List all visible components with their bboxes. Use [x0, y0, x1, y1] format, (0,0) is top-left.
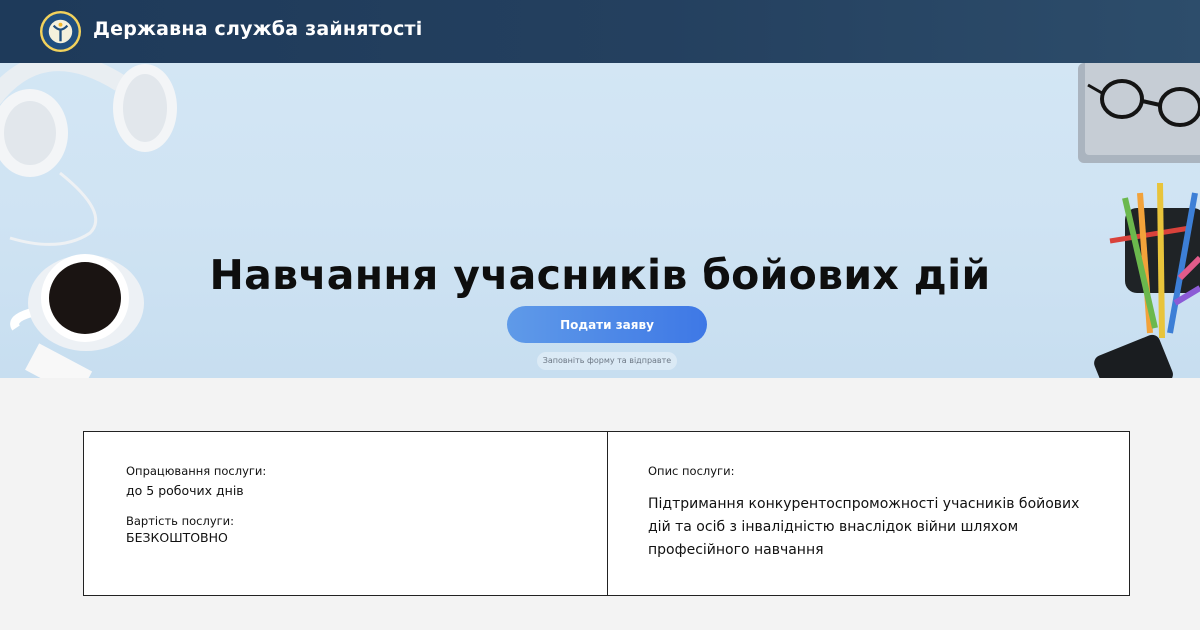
cost-value: БЕЗКОШТОВНО — [126, 530, 228, 545]
top-header: Державна служба зайнятості — [0, 0, 1200, 63]
hero-banner: Навчання учасників бойових дій Подати за… — [0, 63, 1200, 378]
service-info-panel: Опрацювання послуги: до 5 робочих днів В… — [83, 431, 1130, 596]
glasses-icon — [1078, 63, 1200, 163]
headphones-icon — [0, 63, 177, 246]
apply-button[interactable]: Подати заяву — [507, 306, 707, 343]
cost-label: Вартість послуги: — [126, 514, 235, 528]
phone-icon — [1094, 334, 1173, 378]
employment-service-logo-icon[interactable] — [39, 10, 82, 53]
description-text: Підтримання конкурентоспроможності учасн… — [648, 496, 1080, 558]
description-label: Опис послуги: — [648, 464, 735, 478]
service-description-column: Опис послуги: Підтримання конкурентоспро… — [608, 432, 1129, 595]
service-meta-column: Опрацювання послуги: до 5 робочих днів В… — [84, 432, 608, 595]
apply-hint: Заповніть форму та відправте — [537, 352, 677, 370]
brand-name[interactable]: Державна служба зайнятості — [93, 18, 422, 40]
page-title: Навчання учасників бойових дій — [209, 251, 991, 299]
processing-label: Опрацювання послуги: — [126, 464, 267, 478]
processing-value: до 5 робочих днів — [126, 483, 244, 498]
